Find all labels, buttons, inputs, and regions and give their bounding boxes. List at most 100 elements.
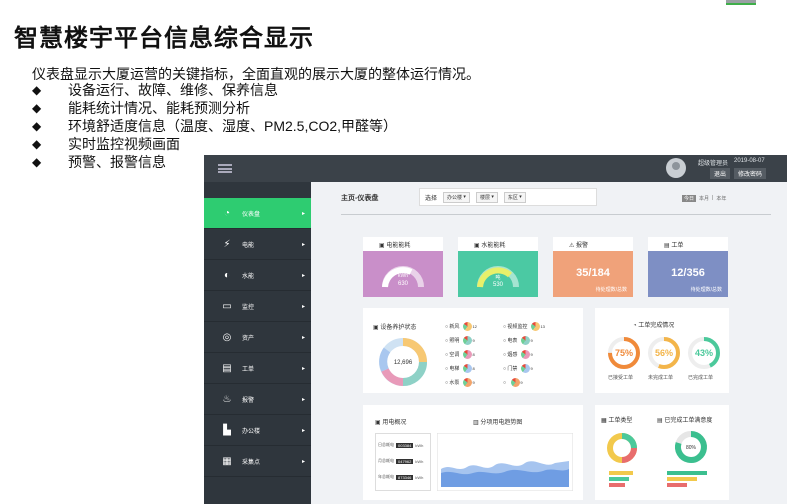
work-type-legend bbox=[603, 469, 643, 491]
sidebar-item-label: 报警 bbox=[242, 397, 255, 404]
gauge-icon: ◔ bbox=[223, 207, 231, 219]
sidebar-item[interactable]: ▙ 办公楼 ▸ bbox=[204, 415, 311, 446]
device-status-item: ○ 水泵 9 bbox=[445, 378, 475, 387]
chevron-right-icon: ▸ bbox=[301, 272, 305, 279]
chevron-right-icon: ▸ bbox=[301, 365, 305, 372]
power-icon: ⚡ bbox=[223, 238, 231, 250]
sidebar-item[interactable]: ♨ 报警 ▸ bbox=[204, 384, 311, 415]
building-icon: ▙ bbox=[223, 424, 231, 436]
kpi-caption: 已接受工单 bbox=[608, 375, 634, 381]
device-icon: ○ bbox=[503, 379, 508, 386]
sidebar-item[interactable]: ▭ 监控 ▸ bbox=[204, 291, 311, 322]
sidebar-item[interactable]: ◎ 资产 ▸ bbox=[204, 322, 311, 353]
sidebar-item-label: 工单 bbox=[242, 366, 255, 373]
header-date: 2019-08-07 bbox=[734, 158, 765, 164]
corner-mark bbox=[726, 0, 756, 5]
work-type-donut bbox=[607, 433, 637, 463]
breadcrumb: 主页-仪表盘 bbox=[341, 195, 379, 202]
device-total: 12,696 bbox=[394, 360, 413, 366]
sidebar-item-label: 办公楼 bbox=[242, 428, 261, 435]
device-donut-chart: 12,696 bbox=[379, 338, 427, 386]
sidebar: ◔ 仪表盘 ▸ ⚡ 电能 ▸ ◐ 水能 ▸ ▭ 监控 ▸ ◎ 资产 ▸ ▤ 工单 ▸ ♨ 报警 ▸ ▙ 办公楼 ▸ ▦ 采集点 ▸ bbox=[204, 182, 311, 504]
stat-panel: 12/356 待处理数/总数 bbox=[648, 251, 728, 297]
device-status-item: ○ 视频监控 13 bbox=[503, 322, 545, 331]
water-value: 530 bbox=[493, 282, 504, 288]
workorder-note: 待处理数/总数 bbox=[690, 287, 722, 293]
building-select[interactable]: 办公楼 ▾ bbox=[443, 191, 470, 203]
device-status-item: ○ 9 bbox=[503, 378, 523, 387]
collect-point-icon: ▦ bbox=[222, 455, 232, 467]
bullet-item: ◆ 环境舒适度信息（温度、湿度、PM2.5,CO2,甲醛等） bbox=[32, 118, 398, 134]
kpi-ring: 43% bbox=[688, 337, 720, 369]
bullet-item: ◆ 能耗统计情况、能耗预测分析 bbox=[32, 100, 250, 116]
user-name: 超级管理员 bbox=[698, 161, 729, 167]
sidebar-item[interactable]: ⚡ 电能 ▸ bbox=[204, 229, 311, 260]
power-stats-box: 日总耗电 003384 kWh 月总耗电 047962 kWh 年总耗电 873346 kWh bbox=[375, 433, 431, 491]
device-status-item: ○ 照明 9 bbox=[445, 336, 475, 345]
workorder-icon: ▤ bbox=[222, 362, 232, 374]
top-bar: 超级管理员 2019-08-07 退出 修改密码 bbox=[204, 155, 787, 182]
alarm-note: 待处理数/总数 bbox=[595, 287, 627, 293]
stat-panel: 吨 530 bbox=[458, 251, 538, 297]
water-consumption-card[interactable]: ▣ 水能能耗 吨 530 bbox=[458, 237, 538, 297]
chevron-right-icon: ▸ bbox=[301, 396, 305, 403]
alarm-card[interactable]: ⚠ 报警 35/184 待处理数/总数 bbox=[553, 237, 633, 297]
hamburger-menu-icon[interactable] bbox=[218, 164, 232, 173]
sidebar-item-label: 电能 bbox=[242, 242, 255, 249]
panel-title: ▦ 工单类型 bbox=[601, 418, 633, 424]
alarm-icon: ♨ bbox=[222, 393, 232, 405]
sidebar-item-label: 采集点 bbox=[242, 459, 261, 466]
sidebar-item[interactable]: ▦ 采集点 ▸ bbox=[204, 446, 311, 477]
power-unit: kWh bbox=[398, 273, 408, 279]
water-drop-icon: ◐ bbox=[223, 269, 231, 281]
divider bbox=[341, 214, 771, 215]
avatar[interactable] bbox=[666, 158, 686, 178]
power-gauge: kWh 630 bbox=[382, 266, 424, 288]
chevron-right-icon: ▸ bbox=[301, 241, 305, 248]
zone-select[interactable]: 东区 ▾ bbox=[503, 191, 526, 203]
slide-title: 智慧楼宇平台信息综合显示 bbox=[14, 25, 314, 52]
logout-button[interactable]: 退出 bbox=[710, 168, 731, 179]
water-gauge: 吨 530 bbox=[477, 266, 519, 288]
tab-year[interactable]: 本年 bbox=[716, 195, 726, 202]
device-status-item: ○ 门禁 9 bbox=[503, 364, 533, 373]
power-overview-panel: ▣ 用电概况 ▥ 分项用电趋势图 日总耗电 003384 kWh 月总耗电 047962… bbox=[363, 405, 583, 500]
dashboard-screenshot: 超级管理员 2019-08-07 退出 修改密码 ◔ 仪表盘 ▸ ⚡ 电能 ▸ ◐ 水能 ▸ ▭ 监… bbox=[204, 155, 787, 504]
sidebar-item[interactable]: ◐ 水能 ▸ bbox=[204, 260, 311, 291]
workorder-card[interactable]: ▤ 工单 12/356 待处理数/总数 bbox=[648, 237, 728, 297]
card-title: ⚠ 报警 bbox=[569, 243, 589, 249]
chevron-right-icon: ▸ bbox=[301, 210, 305, 217]
power-stat-row: 日总耗电 003384 kWh bbox=[378, 442, 424, 448]
sidebar-item-label: 水能 bbox=[242, 273, 255, 280]
asset-icon: ◎ bbox=[222, 331, 232, 343]
diamond-bullet-icon: ◆ bbox=[32, 101, 42, 115]
sidebar-item-label: 仪表盘 bbox=[242, 211, 261, 218]
kpi-caption: 未完成工单 bbox=[648, 375, 674, 381]
alarm-count: 35/184 bbox=[576, 267, 610, 279]
tab-month[interactable]: 本月 bbox=[699, 195, 709, 202]
chevron-right-icon: ▸ bbox=[301, 303, 305, 310]
kpi-value: 43% bbox=[695, 348, 713, 358]
work-completion-panel: ◔ 工单完成情况 75% 已接受工单 56% 未完成工单 43% 已完成工单 bbox=[595, 308, 729, 393]
device-status-panel: ▣ 设备养护状态 12,696 ○ 新风 12 ○ 照明 9 ○ 空调 8 ○ 电梯 8 ○ 水… bbox=[363, 308, 583, 393]
floor-select[interactable]: 楼层 ▾ bbox=[475, 191, 498, 203]
chevron-right-icon: ▸ bbox=[301, 427, 305, 434]
bullet-item: ◆ 实时监控视频画面 bbox=[32, 136, 180, 152]
sidebar-item[interactable]: ◔ 仪表盘 ▸ bbox=[204, 198, 311, 229]
kpi-ring: 75% bbox=[608, 337, 640, 369]
power-value: 630 bbox=[398, 281, 409, 287]
panel-title: ▣ 用电概况 bbox=[375, 420, 407, 426]
time-range-tabs: 今日 本月 | 本年 bbox=[682, 195, 727, 202]
kpi-caption: 已完成工单 bbox=[688, 375, 714, 381]
kpi-ring: 56% bbox=[648, 337, 680, 369]
sidebar-item-label: 资产 bbox=[242, 335, 255, 342]
power-consumption-card[interactable]: ▣ 电能能耗 kWh 630 bbox=[363, 237, 443, 297]
panel-title: ◔ 工单完成情况 bbox=[633, 323, 675, 329]
sidebar-item[interactable]: ▤ 工单 ▸ bbox=[204, 353, 311, 384]
change-password-button[interactable]: 修改密码 bbox=[734, 168, 767, 179]
filter-bar: 选择 办公楼 ▾ 楼层 ▾ 东区 ▾ bbox=[419, 188, 597, 206]
power-stat-row: 年总耗电 873346 kWh bbox=[378, 474, 424, 480]
satisfaction-donut: 80% bbox=[675, 431, 707, 463]
tab-today[interactable]: 今日 bbox=[682, 195, 697, 202]
card-title: ▤ 工单 bbox=[664, 243, 684, 249]
